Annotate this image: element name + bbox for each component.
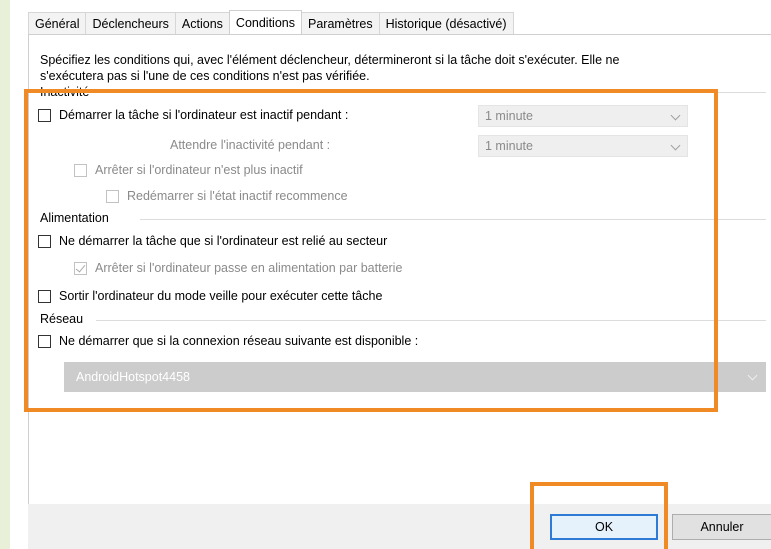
tab-settings[interactable]: Paramètres	[301, 12, 380, 34]
chevron-down-icon	[747, 370, 758, 381]
conditions-description: Spécifiez les conditions qui, avec l'élé…	[40, 52, 740, 84]
tab-triggers[interactable]: Déclencheurs	[85, 12, 176, 34]
cancel-button[interactable]: Annuler	[672, 514, 771, 540]
tab-strip: Général Déclencheurs Actions Conditions …	[28, 10, 514, 35]
tab-conditions[interactable]: Conditions	[228, 10, 302, 35]
ok-highlight-box	[530, 482, 668, 549]
tab-history[interactable]: Historique (désactivé)	[378, 12, 514, 34]
tab-actions[interactable]: Actions	[174, 12, 230, 34]
tab-general[interactable]: Général	[28, 12, 87, 34]
window-left-edge	[0, 0, 10, 549]
description-line-1: Spécifiez les conditions qui, avec l'élé…	[40, 53, 620, 67]
description-line-2: s'exécutera pas si l'une de ces conditio…	[40, 69, 370, 83]
conditions-highlight-box	[24, 89, 718, 412]
